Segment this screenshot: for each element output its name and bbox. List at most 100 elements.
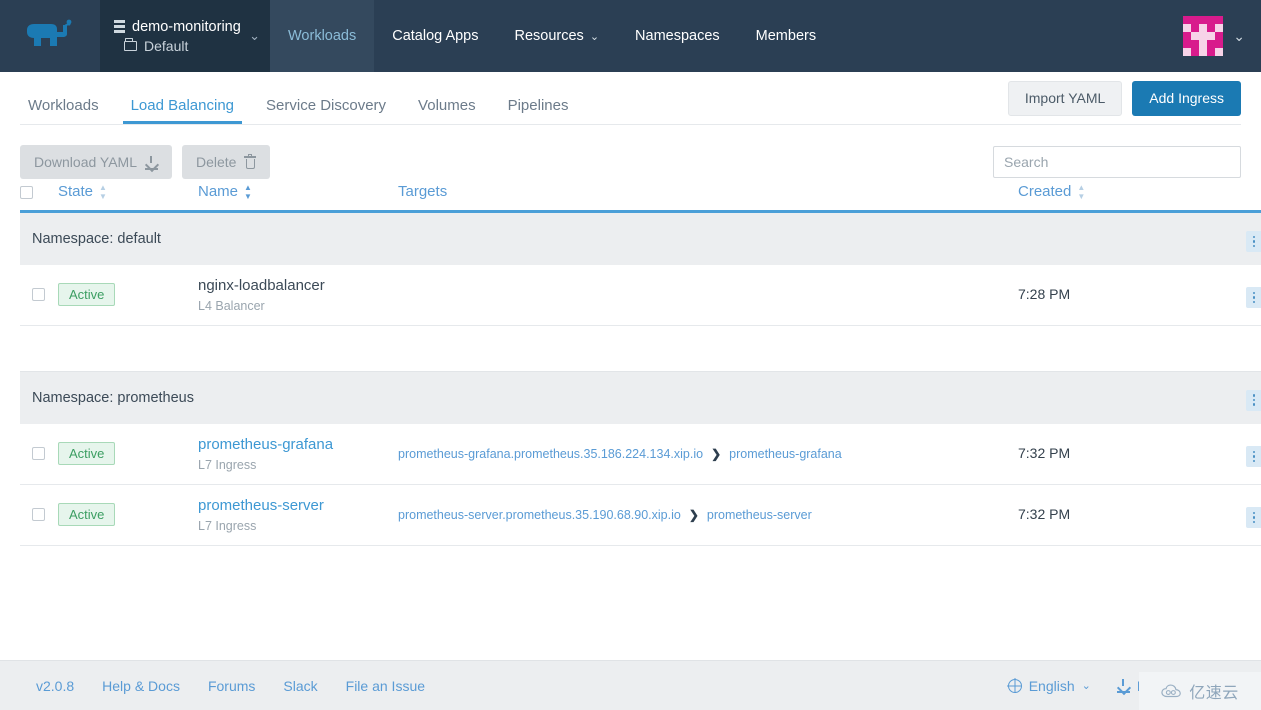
footer-link-help-docs[interactable]: Help & Docs — [102, 678, 180, 694]
tab-volumes[interactable]: Volumes — [402, 72, 492, 124]
row-checkbox[interactable] — [32, 446, 45, 460]
target-host-link[interactable]: prometheus-server.prometheus.35.190.68.9… — [398, 508, 681, 522]
row-actions-cell — [1228, 423, 1261, 485]
row-type: L4 Balancer — [198, 298, 265, 313]
group-spacer — [20, 325, 1261, 372]
column-name-label: Name — [198, 183, 239, 200]
row-actions-cell — [1228, 264, 1261, 326]
table-row: Active prometheus-grafana L7 Ingress pro… — [20, 423, 1261, 485]
sub-tabs: Workloads Load Balancing Service Discove… — [20, 72, 584, 124]
chevron-right-icon: ❯ — [711, 446, 722, 461]
avatar[interactable] — [1183, 16, 1224, 56]
row-name-link[interactable]: prometheus-grafana — [198, 436, 398, 454]
table-header-row: State ▲ ▼ Name ▲ ▼ Targets Created ▲ ▼ — [20, 183, 1261, 212]
row-type: L7 Ingress — [198, 457, 257, 472]
target-service-link[interactable]: prometheus-grafana — [729, 447, 842, 461]
chevron-down-icon: ⌄ — [589, 30, 600, 43]
nav-item-resources[interactable]: Resources ⌄ — [497, 0, 618, 72]
download-yaml-button[interactable]: Download YAML — [20, 145, 172, 179]
search-input[interactable] — [993, 146, 1241, 178]
tab-label: Service Discovery — [266, 97, 387, 114]
tab-service-discovery[interactable]: Service Discovery — [250, 72, 402, 124]
nav-item-label: Members — [755, 28, 817, 44]
row-state-cell: Active — [58, 264, 198, 326]
row-name-cell: nginx-loadbalancer L4 Balancer — [198, 264, 398, 326]
sort-icon[interactable]: ▲ ▼ — [1077, 183, 1085, 200]
search-area — [993, 146, 1241, 178]
target-line: prometheus-server.prometheus.35.190.68.9… — [398, 508, 1018, 522]
column-name[interactable]: Name ▲ ▼ — [198, 183, 398, 212]
kebab-menu-icon[interactable] — [1245, 389, 1261, 411]
row-state-cell: Active — [58, 484, 198, 546]
kebab-menu-icon[interactable] — [1245, 287, 1261, 309]
nav-item-catalog-apps[interactable]: Catalog Apps — [374, 0, 496, 72]
tab-workloads[interactable]: Workloads — [20, 72, 115, 124]
target-service-link[interactable]: prometheus-server — [707, 508, 812, 522]
nav-item-label: Resources — [514, 28, 584, 44]
table-toolbar: Download YAML Delete — [0, 125, 1261, 183]
row-actions-cell — [1228, 484, 1261, 546]
select-all-checkbox[interactable] — [20, 185, 33, 199]
add-ingress-button[interactable]: Add Ingress — [1132, 80, 1241, 116]
sort-icon[interactable]: ▲ ▼ — [99, 183, 107, 200]
kebab-menu-icon[interactable] — [1245, 445, 1261, 467]
kebab-menu-icon[interactable] — [1245, 506, 1261, 528]
tab-pipelines[interactable]: Pipelines — [492, 72, 585, 124]
kebab-menu-icon[interactable] — [1245, 230, 1261, 252]
chevron-down-icon[interactable]: ⌄ — [249, 28, 260, 44]
import-yaml-button[interactable]: Import YAML — [1007, 80, 1123, 116]
row-targets-cell: prometheus-grafana.prometheus.35.186.224… — [398, 423, 1018, 485]
rancher-logo-icon — [27, 19, 72, 46]
footer-link-forums[interactable]: Forums — [208, 678, 255, 694]
row-targets-cell: prometheus-server.prometheus.35.190.68.9… — [398, 484, 1018, 546]
nav-item-members[interactable]: Members — [738, 0, 834, 72]
nav-item-label: Workloads — [288, 28, 357, 44]
column-state[interactable]: State ▲ ▼ — [58, 183, 198, 212]
column-created[interactable]: Created ▲ ▼ — [1018, 183, 1228, 212]
row-targets-cell — [398, 264, 1018, 326]
tab-label: Volumes — [418, 97, 476, 114]
delete-button[interactable]: Delete — [181, 145, 271, 179]
namespace-group-actions-cell — [1228, 210, 1261, 265]
cluster-project-selector[interactable]: demo-monitoring Default ⌄ — [100, 0, 270, 72]
column-targets: Targets — [398, 183, 1018, 212]
row-name-cell: prometheus-grafana L7 Ingress — [198, 423, 398, 485]
folder-icon — [124, 37, 137, 51]
column-actions — [1228, 183, 1261, 212]
chevron-down-icon[interactable]: ⌄ — [1233, 28, 1245, 45]
footer-links: v2.0.8 Help & Docs Forums Slack File an … — [20, 678, 425, 694]
row-select-cell — [20, 484, 58, 546]
cloud-icon — [1161, 684, 1182, 698]
row-select-cell — [20, 264, 58, 326]
tab-label: Workloads — [28, 97, 99, 114]
cluster-icon — [114, 20, 125, 33]
target-host-link[interactable]: prometheus-grafana.prometheus.35.186.224… — [398, 447, 703, 461]
footer-link-slack[interactable]: Slack — [283, 678, 317, 694]
row-state-cell: Active — [58, 423, 198, 485]
namespace-group-actions-cell — [1228, 370, 1261, 424]
row-name-link[interactable]: prometheus-server — [198, 497, 398, 515]
namespace-group-header: Namespace: default — [20, 210, 1261, 265]
footer-version[interactable]: v2.0.8 — [36, 678, 74, 694]
table-row: Active nginx-loadbalancer L4 Balancer 7:… — [20, 264, 1261, 326]
nav-item-namespaces[interactable]: Namespaces — [617, 0, 738, 72]
nav-item-workloads[interactable]: Workloads — [270, 0, 375, 72]
row-name-cell: prometheus-server L7 Ingress — [198, 484, 398, 546]
download-icon — [144, 155, 158, 170]
page-actions: Import YAML Add Ingress — [1007, 80, 1241, 124]
chevron-down-icon: ⌄ — [1081, 680, 1091, 692]
row-type: L7 Ingress — [198, 518, 257, 533]
watermark: 亿速云 — [1139, 672, 1261, 710]
row-checkbox[interactable] — [32, 288, 45, 302]
row-created-cell: 7:28 PM — [1018, 264, 1228, 326]
language-selector[interactable]: English ⌄ — [1007, 678, 1091, 694]
project-name: Default — [144, 37, 189, 54]
tab-load-balancing[interactable]: Load Balancing — [115, 72, 250, 124]
watermark-text: 亿速云 — [1189, 685, 1239, 702]
row-checkbox[interactable] — [32, 507, 45, 521]
footer-link-file-an-issue[interactable]: File an Issue — [346, 678, 425, 694]
sort-icon[interactable]: ▲ ▼ — [244, 183, 252, 200]
cluster-name: demo-monitoring — [132, 18, 241, 35]
rancher-logo[interactable] — [0, 0, 100, 72]
table-row: Active prometheus-server L7 Ingress prom… — [20, 484, 1261, 546]
